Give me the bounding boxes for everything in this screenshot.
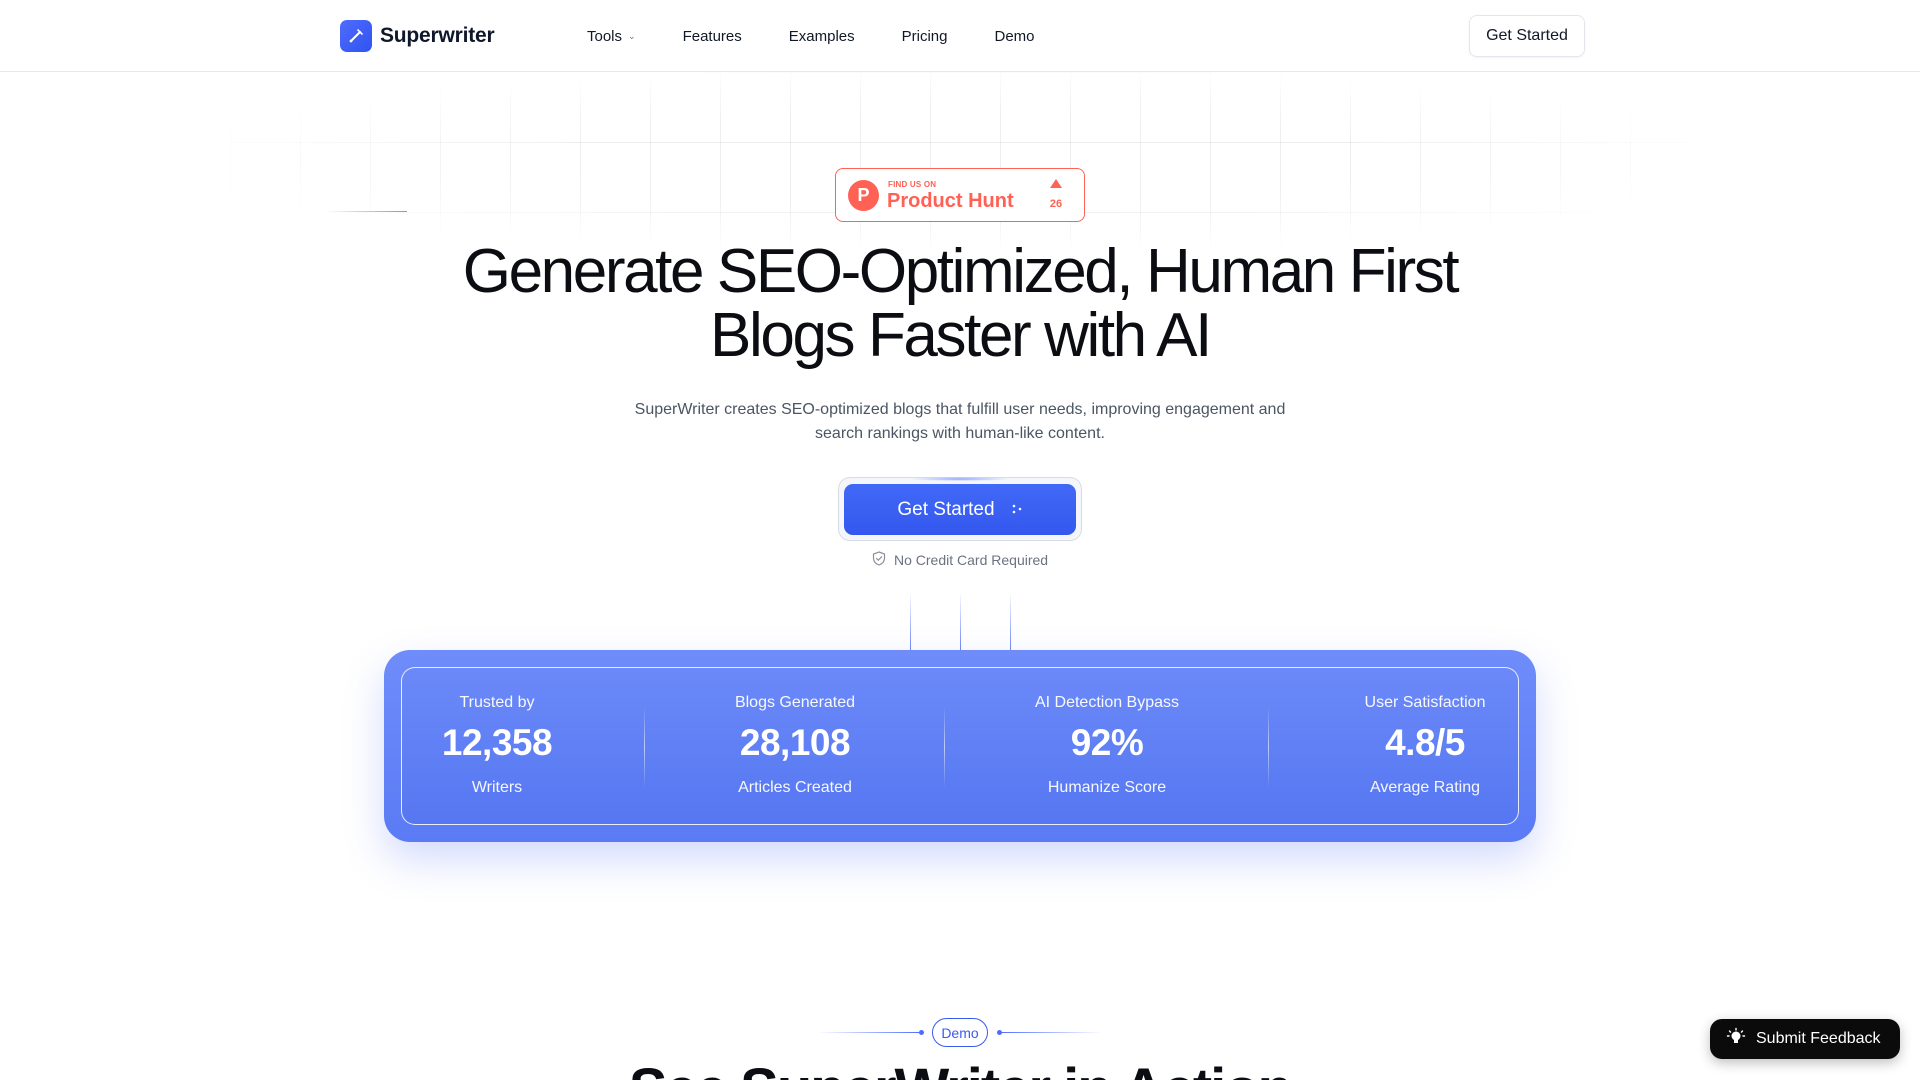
nav-item-label: Demo xyxy=(994,27,1035,45)
decor-beam xyxy=(910,592,911,650)
demo-section-pill: Demo xyxy=(932,1018,988,1047)
header-get-started-button[interactable]: Get Started xyxy=(1469,15,1585,57)
demo-divider-left xyxy=(818,1032,922,1033)
submit-feedback-label: Submit Feedback xyxy=(1756,1030,1881,1047)
stat-subtext: Articles Created xyxy=(738,779,852,796)
chevron-down-icon: ⌄ xyxy=(628,30,636,41)
stat-blogs: Blogs Generated 28,108 Articles Created xyxy=(645,668,945,826)
hero-title-line-2: Blogs Faster with AI xyxy=(710,301,1212,370)
nav-item-label: Examples xyxy=(788,27,855,45)
no-credit-card-text: No Credit Card Required xyxy=(894,552,1049,568)
stat-value: 4.8/5 xyxy=(1385,722,1465,763)
nav-item-label: Features xyxy=(682,27,742,45)
nav-item-examples[interactable]: Examples xyxy=(789,28,855,45)
product-hunt-icon: P xyxy=(848,180,879,211)
hero-subtitle: SuperWriter creates SEO-optimized blogs … xyxy=(630,398,1290,446)
shield-check-icon xyxy=(872,551,886,569)
nav-item-label: Tools xyxy=(587,27,623,45)
stat-label: Blogs Generated xyxy=(734,694,856,711)
stat-value: 12,358 xyxy=(441,722,553,763)
hero-cta-label: Get Started xyxy=(897,498,995,520)
lightbulb-icon xyxy=(1726,1027,1746,1052)
stat-label: AI Detection Bypass xyxy=(1034,694,1180,711)
stat-satisfaction: User Satisfaction 4.8/5 Average Rating xyxy=(1269,668,1581,826)
demo-heading: See SuperWriter in Action xyxy=(560,1058,1360,1080)
demo-divider-dot xyxy=(919,1030,924,1035)
nav-item-pricing[interactable]: Pricing xyxy=(902,28,948,45)
upvote-arrow-icon xyxy=(1050,179,1062,188)
brand-logo[interactable]: Superwriter xyxy=(340,20,495,52)
stat-ai-detection: AI Detection Bypass 92% Humanize Score xyxy=(945,668,1269,826)
decor-beam xyxy=(1010,592,1011,650)
stat-value: 28,108 xyxy=(739,722,851,763)
pen-icon xyxy=(340,20,372,52)
product-hunt-caption: FIND US ON xyxy=(888,180,937,189)
stat-label: Trusted by xyxy=(459,694,535,711)
sparkle-dots-icon xyxy=(1011,502,1023,518)
nav-item-features[interactable]: Features xyxy=(683,28,742,45)
nav-item-tools[interactable]: Tools ⌄ xyxy=(587,28,636,45)
nav-item-label: Pricing xyxy=(901,27,948,45)
stat-value: 92% xyxy=(1070,722,1144,763)
grid-accent-line xyxy=(325,211,407,212)
brand-name: Superwriter xyxy=(380,24,495,47)
hero-subtitle-line-2: search rankings with human-like content. xyxy=(815,425,1105,442)
product-hunt-badge[interactable]: P FIND US ON Product Hunt 26 xyxy=(835,168,1085,222)
hero-title: Generate SEO-Optimized, Human First Blog… xyxy=(360,240,1560,368)
submit-feedback-button[interactable]: Submit Feedback xyxy=(1710,1019,1900,1059)
no-credit-card-note: No Credit Card Required xyxy=(872,550,1048,570)
product-hunt-title: Product Hunt xyxy=(887,190,1014,212)
cta-glow xyxy=(910,477,1010,481)
stat-subtext: Humanize Score xyxy=(1047,779,1167,796)
main-nav: Tools ⌄ Features Examples Pricing Demo xyxy=(587,0,1082,72)
hero-subtitle-line-1: SuperWriter creates SEO-optimized blogs … xyxy=(634,401,1286,418)
hero-title-line-1: Generate SEO-Optimized, Human First xyxy=(462,237,1460,306)
nav-item-demo[interactable]: Demo xyxy=(995,28,1035,45)
demo-divider-right xyxy=(998,1032,1102,1033)
stats-panel: Trusted by 12,358 Writers Blogs Generate… xyxy=(401,667,1519,825)
site-header: Superwriter Tools ⌄ Features Examples Pr… xyxy=(0,0,1920,72)
upvote-count: 26 xyxy=(1049,198,1063,210)
decor-beam xyxy=(960,592,961,650)
stat-subtext: Writers xyxy=(471,779,523,796)
stat-label: User Satisfaction xyxy=(1364,694,1486,711)
stat-writers: Trusted by 12,358 Writers xyxy=(402,668,592,826)
stat-subtext: Average Rating xyxy=(1370,779,1480,796)
hero-get-started-button[interactable]: Get Started xyxy=(844,484,1076,535)
